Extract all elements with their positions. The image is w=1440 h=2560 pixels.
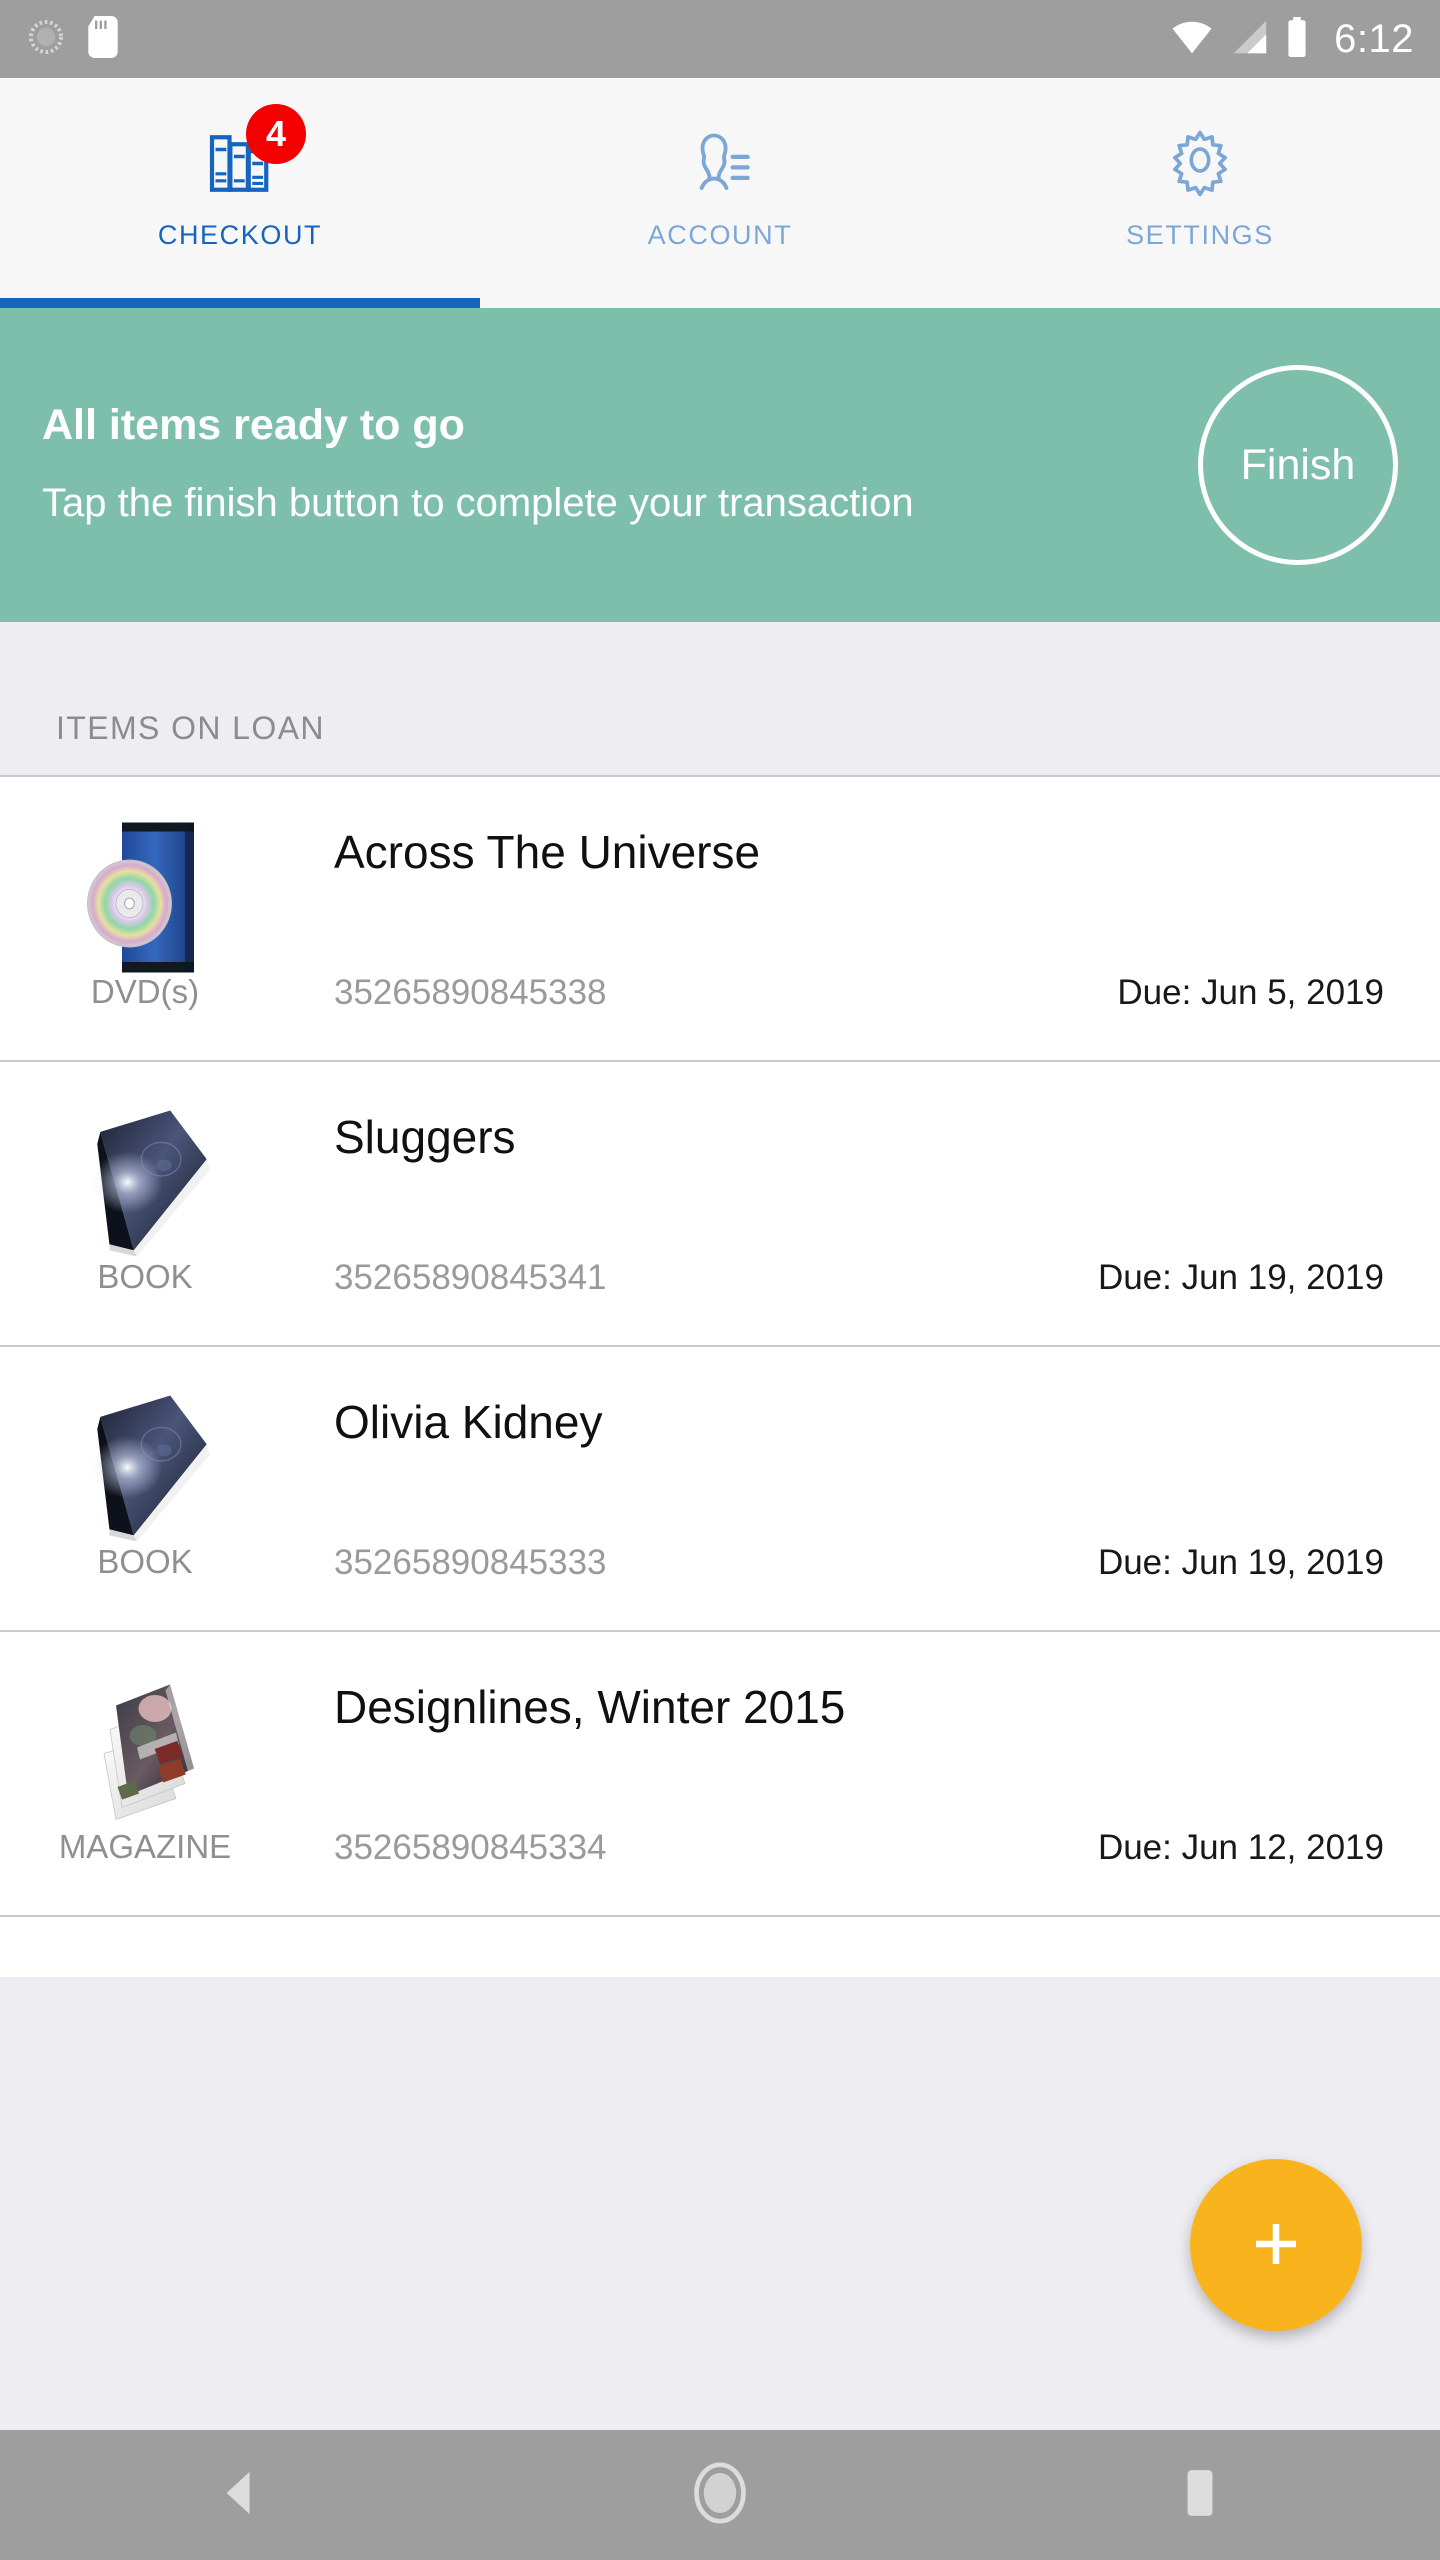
recents-square-icon [1185,2468,1215,2523]
table-row[interactable]: Olivia Kidney BOOK 35265890845333 Due: J… [0,1347,1440,1632]
items-list: Across The Universe DVD(s) 3526589084533… [0,777,1440,1977]
tab-settings[interactable]: SETTINGS [960,78,1440,308]
book-cover-icon [72,1382,232,1552]
tab-checkout[interactable]: 4 CHECKOUT [0,78,480,308]
item-title: Olivia Kidney [334,1396,603,1448]
dvd-case-icon [72,812,232,982]
checkout-badge-count: 4 [246,104,306,164]
battery-icon [1286,16,1308,62]
nav-home-button[interactable] [480,2461,960,2530]
magazine-icon [72,1667,232,1837]
item-type: MAGAZINE [58,1828,232,1865]
tab-checkout-icon-wrap: 4 [198,104,306,214]
banner-title: All items ready to go [42,400,465,449]
top-tab-bar: 4 CHECKOUT ACCOUNT SETTINGS [0,78,1440,308]
items-on-loan-header: ITEMS ON LOAN [0,622,1440,777]
status-bar: 6:12 [0,0,1440,78]
item-due-date: Due: Jun 5, 2019 [1117,973,1384,1012]
list-footer-area [0,1977,1440,2430]
tab-account[interactable]: ACCOUNT [480,78,960,308]
table-row[interactable]: Sluggers BOOK 35265890845341 Due: Jun 19… [0,1062,1440,1347]
finish-button[interactable]: Finish [1198,365,1398,565]
book-cover-icon [72,1097,232,1267]
wifi-icon [1170,19,1214,60]
account-person-icon [678,118,762,207]
table-row[interactable]: Designlines, Winter 2015 MAGAZINE 352658… [0,1632,1440,1917]
app-screen: 6:12 4 CHECKOUT ACCOUNT SETTINGS All ite… [0,0,1440,2560]
status-bar-right-icons: 6:12 [1170,16,1414,62]
tab-account-label: ACCOUNT [647,220,793,250]
add-item-fab[interactable] [1190,2159,1362,2331]
back-triangle-icon [217,2467,263,2524]
tab-settings-label: SETTINGS [1126,220,1274,250]
status-bar-left-icons [26,15,118,63]
table-row[interactable]: Across The Universe DVD(s) 3526589084533… [0,777,1440,1062]
tab-account-icon-wrap [678,110,762,214]
tab-active-indicator [0,298,480,308]
banner-subtitle: Tap the finish button to complete your t… [42,481,914,526]
sd-card-icon [88,15,118,63]
item-title: Designlines, Winter 2015 [334,1681,846,1733]
item-title: Across The Universe [334,826,761,878]
section-title: ITEMS ON LOAN [56,710,325,746]
status-bar-clock: 6:12 [1334,16,1414,61]
item-barcode: 35265890845333 [334,1543,607,1582]
banner-text-block: All items ready to go Tap the finish but… [42,401,1198,530]
ready-banner: All items ready to go Tap the finish but… [0,308,1440,622]
tab-settings-icon-wrap [1160,110,1240,214]
tab-checkout-label: CHECKOUT [157,220,323,250]
item-due-date: Due: Jun 19, 2019 [1097,1543,1384,1582]
item-barcode: 35265890845338 [334,973,607,1012]
sync-spinner-icon [26,17,66,62]
gear-icon [1160,120,1240,205]
home-circle-icon [691,2461,749,2530]
plus-icon [1246,2214,1306,2277]
item-barcode: 35265890845341 [334,1258,607,1297]
nav-back-button[interactable] [0,2467,480,2524]
cellular-signal-icon [1230,19,1270,60]
nav-recents-button[interactable] [960,2468,1440,2523]
android-navigation-bar [0,2430,1440,2560]
item-type: DVD(s) [90,973,200,1010]
item-barcode: 35265890845334 [334,1828,607,1867]
item-due-date: Due: Jun 12, 2019 [1097,1828,1384,1867]
item-due-date: Due: Jun 19, 2019 [1097,1258,1384,1297]
item-type: BOOK [97,1258,193,1295]
item-title: Sluggers [334,1111,516,1163]
item-type: BOOK [97,1543,193,1580]
